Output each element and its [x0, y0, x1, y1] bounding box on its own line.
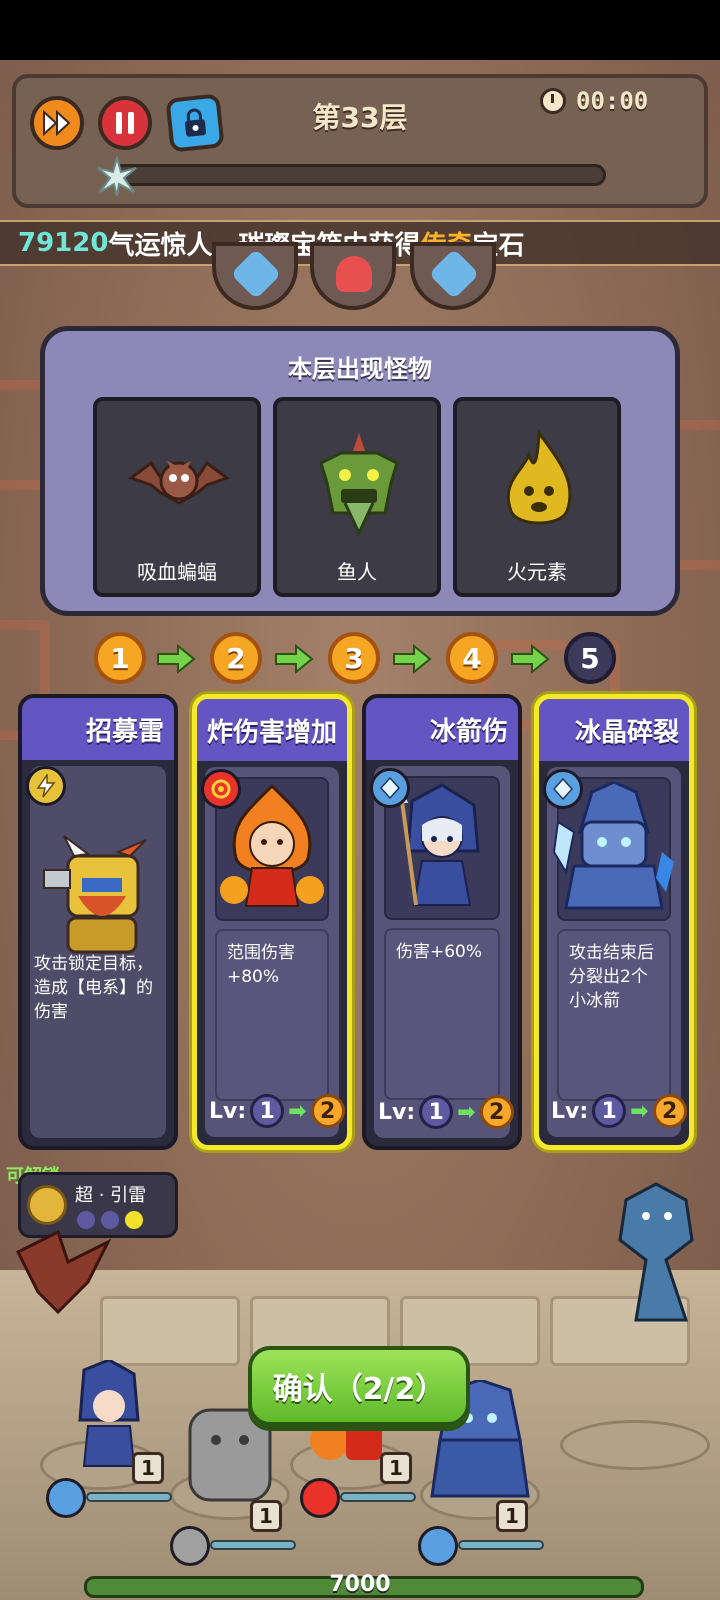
fire-elemental-icon — [506, 428, 572, 525]
skill-card-body: 范围伤害+80% Lv: 1 ➡ 2 — [205, 767, 345, 1137]
status-bar — [0, 0, 720, 60]
card-down-icon — [428, 248, 480, 300]
skill-card-description: 攻击结束后分裂出2个小冰箭 — [557, 929, 671, 1101]
ice-crystal-icon — [543, 769, 583, 809]
monster-name: 吸血蝙蝠 — [137, 560, 217, 584]
skill-card-description: 攻击锁定目标，造成【电系】的伤害 — [34, 954, 153, 1022]
ice-crystal-icon — [370, 768, 410, 808]
fast-forward-icon — [43, 110, 71, 136]
fast-forward-button[interactable] — [30, 96, 84, 150]
unit-cooldown-bar — [86, 1492, 172, 1502]
monster-card: 鱼人 — [273, 397, 441, 597]
clock-icon — [540, 88, 566, 114]
level-from: 1 — [250, 1094, 285, 1128]
skill-level-change: Lv: 1 ➡ 2 — [209, 1091, 345, 1131]
unit-level-badge: 1 — [250, 1500, 282, 1532]
step-arrow-icon — [157, 644, 196, 674]
bat-icon — [127, 460, 231, 505]
skill-card-ice-arrow[interactable]: 冰箭伤 伤害+60% Lv: 1 ➡ 2 — [362, 694, 522, 1150]
level-title: 第33层 — [312, 101, 408, 134]
skill-card-body: 伤害+60% Lv: 1 ➡ 2 — [374, 766, 514, 1138]
skill-card-title: 炸伤害增加 — [197, 699, 347, 761]
level-arrow-icon: ➡ — [288, 1098, 307, 1124]
heart-plus-icon — [336, 256, 372, 292]
fire-ring-icon — [201, 769, 241, 809]
unit-cooldown-bar — [340, 1492, 416, 1502]
ice-crystal-icon — [46, 1478, 86, 1518]
level-prefix: Lv: — [378, 1099, 416, 1125]
pause-button[interactable] — [98, 96, 152, 150]
skill-card-title: 冰箭伤 — [366, 698, 518, 760]
monster-name: 火元素 — [507, 560, 567, 584]
level-to: 2 — [652, 1094, 687, 1128]
step-arrow-icon — [275, 644, 314, 674]
confirm-button[interactable]: 确认（2/2） — [248, 1346, 470, 1426]
unit-cooldown-bar — [210, 1540, 296, 1550]
fishman-icon — [319, 433, 399, 537]
step-node: 1 — [94, 632, 146, 684]
timer-text: 00:00 — [576, 87, 649, 115]
unit-level-badge: 1 — [496, 1500, 528, 1532]
red-dragon-enemy — [15, 1229, 112, 1315]
skill-card-body: 攻击锁定目标，造成【电系】的伤害 — [30, 766, 166, 1138]
pause-icon — [116, 112, 134, 134]
level-progress-bar — [112, 164, 606, 186]
unit-cooldown-bar — [458, 1540, 544, 1550]
card-down-icon — [230, 248, 282, 300]
lightning-icon — [26, 766, 66, 806]
level-from: 1 — [419, 1095, 454, 1129]
level-arrow-icon: ➡ — [630, 1098, 649, 1124]
level-to: 2 — [310, 1094, 345, 1128]
skill-card-title: 冰晶碎裂 — [539, 699, 689, 761]
step-arrow-icon — [511, 644, 550, 674]
ice-crystal-icon — [418, 1526, 458, 1566]
timer: 00:00 — [540, 86, 648, 116]
unit-level-badge: 1 — [132, 1452, 164, 1484]
level-prefix: Lv: — [209, 1098, 247, 1124]
step-arrow-icon — [393, 644, 432, 674]
skill-card-title: 招募雷 — [22, 698, 174, 760]
skill-card-body: 攻击结束后分裂出2个小冰箭 Lv: 1 ➡ 2 — [547, 767, 687, 1137]
step-node-current: 5 — [564, 632, 616, 684]
monster-card: 吸血蝙蝠 — [93, 397, 261, 597]
progress-star-icon — [97, 156, 137, 197]
monster-name: 鱼人 — [337, 560, 377, 584]
blue-dragon-enemy — [618, 1182, 694, 1322]
card-lock-icon — [185, 108, 207, 137]
monster-panel-title: 本层出现怪物 — [288, 355, 432, 383]
skill-card-ice-shatter[interactable]: 冰晶碎裂 攻击结束后分裂出2个小冰箭 Lv: 1 ➡ 2 — [534, 694, 694, 1150]
step-node: 2 — [210, 632, 262, 684]
unlock-skill-name: 超 · 引雷 — [75, 1185, 147, 1206]
skill-card-description: 伤害+60% — [384, 928, 500, 1100]
level-from: 1 — [592, 1094, 627, 1128]
skill-card-fire[interactable]: 炸伤害增加 范围伤害+80% Lv: 1 ➡ 2 — [192, 694, 352, 1150]
card-deck-button[interactable] — [165, 93, 225, 153]
skill-card-recruit[interactable]: 招募雷 攻击锁定目标，造成【电系】的伤害 — [18, 694, 178, 1150]
fire-ring-icon — [300, 1478, 340, 1518]
skill-level-change: Lv: 1 ➡ 2 — [378, 1092, 514, 1132]
step-node: 3 — [328, 632, 380, 684]
step-node: 4 — [446, 632, 498, 684]
level-arrow-icon: ➡ — [457, 1099, 476, 1125]
skill-level-change: Lv: 1 ➡ 2 — [551, 1091, 687, 1131]
thunder-hero-portrait — [43, 835, 147, 954]
base-hp-value: 7000 — [329, 1572, 391, 1597]
rock-icon — [170, 1526, 210, 1566]
level-prefix: Lv: — [551, 1098, 589, 1124]
unit-level-badge: 1 — [380, 1452, 412, 1484]
unit-pedestal — [560, 1420, 710, 1470]
monster-panel: 本层出现怪物 吸血蝙蝠 鱼人 火元素 — [40, 326, 680, 616]
ticker-player-id: 79120 — [18, 228, 109, 258]
skill-card-description: 范围伤害+80% — [215, 929, 329, 1101]
level-to: 2 — [479, 1095, 514, 1129]
monster-card: 火元素 — [453, 397, 621, 597]
